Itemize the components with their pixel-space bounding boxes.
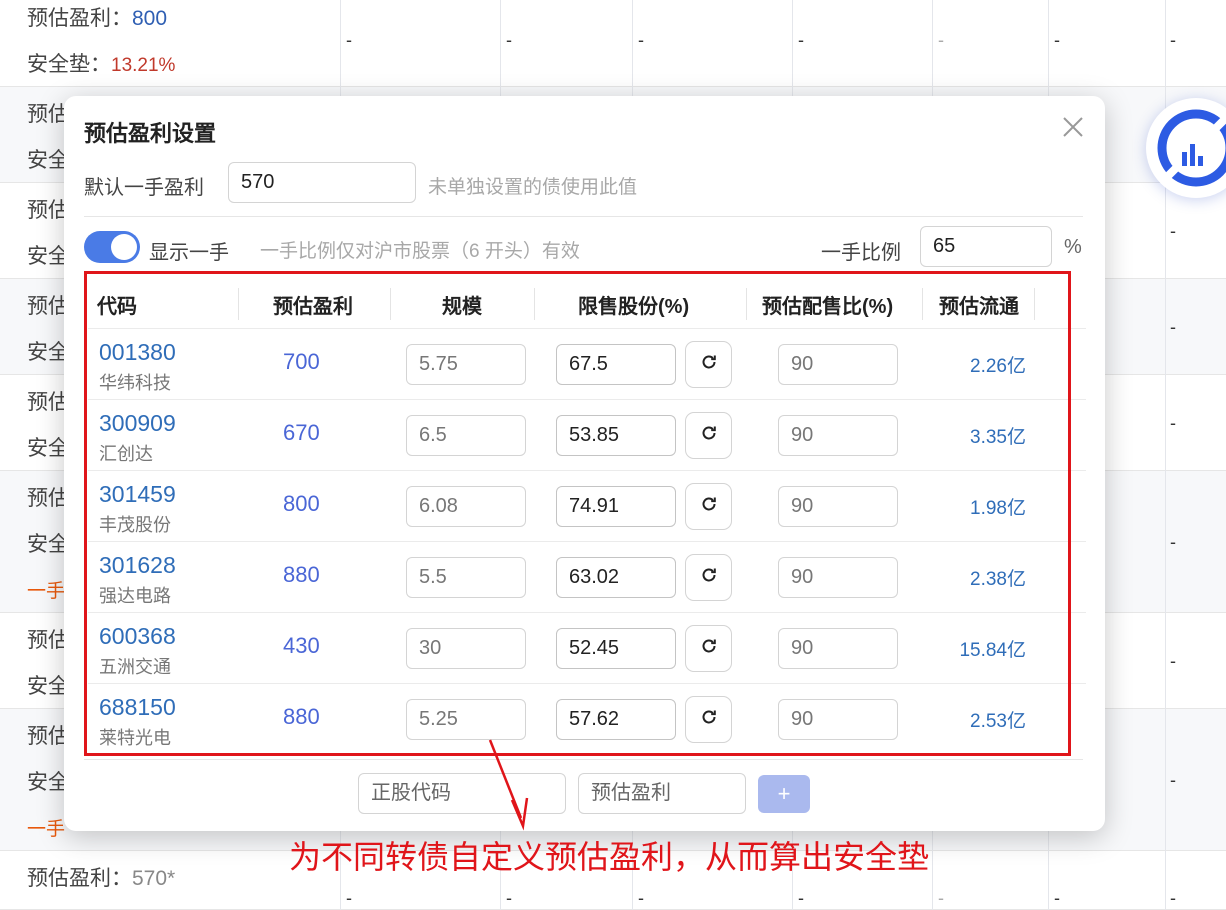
empty-cell: - xyxy=(798,30,804,50)
safety-cell: 安全 xyxy=(27,437,69,460)
safety-cell: 安全 xyxy=(27,675,69,698)
default-profit-label: 默认一手盈利 xyxy=(84,177,204,199)
safety-cell: 安全 xyxy=(27,149,69,172)
divider xyxy=(84,759,1083,760)
profit-cell: 预估 xyxy=(27,487,69,510)
safety-cell: 安全垫：13.21% xyxy=(27,53,176,76)
empty-cell: - xyxy=(1170,221,1176,241)
add-profit-input[interactable] xyxy=(578,773,746,814)
profit-cell: 预估盈利：800 xyxy=(27,7,168,30)
empty-cell: - xyxy=(1170,317,1176,337)
show-lot-label: 显示一手 xyxy=(149,242,229,264)
profit-cell: 预估 xyxy=(27,391,69,414)
empty-cell: - xyxy=(1170,888,1176,908)
lot-ratio-label: 一手比例 xyxy=(821,242,901,264)
profit-cell: 预估 xyxy=(27,629,69,652)
profit-cell: 预估盈利：570* xyxy=(27,867,176,890)
lot-warning: 一手 xyxy=(27,819,66,840)
lot-warning: 一手 xyxy=(27,581,66,602)
table-row xyxy=(0,0,1226,87)
close-icon[interactable] xyxy=(1060,114,1086,140)
default-profit-input[interactable] xyxy=(228,162,416,203)
empty-cell: - xyxy=(1170,651,1176,671)
safety-cell: 安全 xyxy=(27,771,69,794)
empty-cell: - xyxy=(1054,888,1060,908)
profit-cell: 预估 xyxy=(27,103,69,126)
default-profit-hint: 未单独设置的债使用此值 xyxy=(428,177,638,198)
empty-cell: - xyxy=(1054,30,1060,50)
empty-cell: - xyxy=(638,30,644,50)
profit-cell: 预估 xyxy=(27,199,69,222)
empty-cell: - xyxy=(638,888,644,908)
empty-cell: - xyxy=(346,30,352,50)
add-stock-code-input[interactable] xyxy=(358,773,566,814)
empty-cell: - xyxy=(1170,413,1176,433)
empty-cell: - xyxy=(938,888,944,908)
show-lot-toggle[interactable] xyxy=(84,231,140,263)
empty-cell: - xyxy=(1170,30,1176,50)
empty-cell: - xyxy=(346,888,352,908)
divider xyxy=(84,216,1083,217)
highlight-box xyxy=(84,271,1071,756)
safety-cell: 安全 xyxy=(27,245,69,268)
safety-cell: 安全 xyxy=(27,533,69,556)
lot-hint: 一手比例仅对沪市股票（6 开头）有效 xyxy=(260,241,580,262)
empty-cell: - xyxy=(798,888,804,908)
percent-unit: % xyxy=(1064,236,1082,258)
safety-cell: 安全 xyxy=(27,341,69,364)
annotation-text: 为不同转债自定义预估盈利，从而算出安全垫 xyxy=(289,839,930,875)
add-button[interactable]: + xyxy=(758,775,810,813)
empty-cell: - xyxy=(506,888,512,908)
profit-cell: 预估 xyxy=(27,725,69,748)
empty-cell: - xyxy=(938,30,944,50)
dialog-title: 预估盈利设置 xyxy=(84,121,217,146)
empty-cell: - xyxy=(506,30,512,50)
empty-cell: - xyxy=(1170,532,1176,552)
profit-cell: 预估 xyxy=(27,295,69,318)
empty-cell: - xyxy=(1170,770,1176,790)
lot-ratio-input[interactable] xyxy=(920,226,1052,267)
